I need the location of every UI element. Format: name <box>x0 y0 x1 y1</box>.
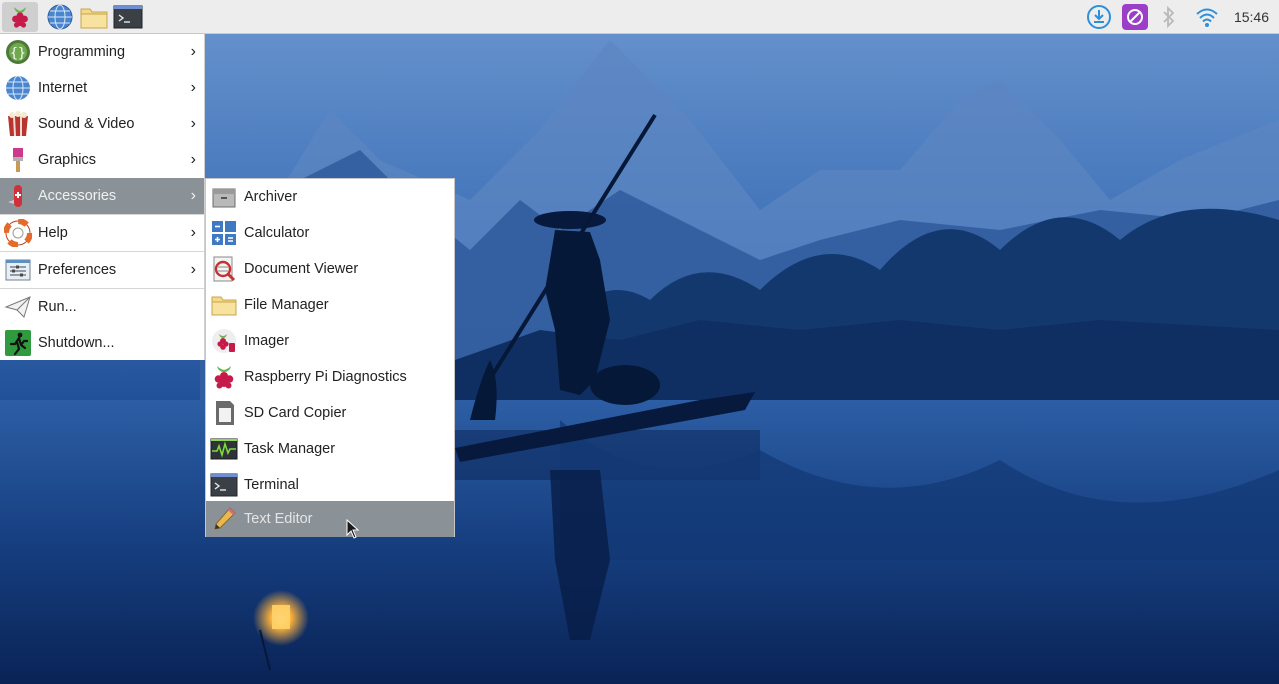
file-manager-icon <box>80 8 108 29</box>
menu-item-label: Run... <box>38 299 77 315</box>
menu-item-sound-video[interactable]: Sound & Video › <box>0 106 204 142</box>
menu-item-label: Preferences <box>38 262 117 278</box>
menu-item-label: Calculator <box>244 225 310 241</box>
shutdown-exit-icon <box>5 330 31 356</box>
menu-item-label: Graphics <box>38 152 97 168</box>
mouse-pointer-icon <box>346 519 360 539</box>
menu-item-label: Programming <box>38 44 126 60</box>
graphics-brush-icon <box>13 148 23 172</box>
submenu-item-sd-card-copier[interactable]: SD Card Copier <box>206 395 454 431</box>
calculator-icon <box>212 221 236 245</box>
menu-item-graphics[interactable]: Graphics › <box>0 142 204 178</box>
menu-item-label: File Manager <box>244 297 329 313</box>
menu-item-internet[interactable]: Internet › <box>0 70 204 106</box>
folder-icon <box>211 296 237 316</box>
applications-menu-button[interactable] <box>2 2 38 32</box>
accessories-submenu: Archiver Calculator Document Viewer File… <box>205 178 455 537</box>
bluetooth-icon <box>1163 5 1175 29</box>
submenu-item-document-viewer[interactable]: Document Viewer <box>206 251 454 287</box>
menu-item-label: Text Editor <box>244 511 313 527</box>
document-viewer-icon <box>213 256 236 282</box>
programming-icon: {} <box>6 40 30 64</box>
menu-item-shutdown[interactable]: Shutdown... <box>0 325 204 361</box>
menu-item-preferences[interactable]: Preferences › <box>0 252 204 288</box>
wifi-tray-button[interactable] <box>1193 0 1221 34</box>
submenu-item-raspberry-pi-diagnostics[interactable]: Raspberry Pi Diagnostics <box>206 359 454 395</box>
web-browser-launcher[interactable] <box>44 2 76 32</box>
submenu-item-calculator[interactable]: Calculator <box>206 215 454 251</box>
internet-globe-icon <box>6 75 30 101</box>
chevron-right-icon: › <box>190 187 196 204</box>
submenu-item-imager[interactable]: Imager <box>206 323 454 359</box>
menu-item-label: Help <box>38 225 68 241</box>
bluetooth-tray-button[interactable] <box>1157 0 1181 34</box>
vnc-icon <box>1122 4 1148 30</box>
menu-item-accessories[interactable]: Accessories › <box>0 178 204 214</box>
file-manager-launcher[interactable] <box>78 2 110 32</box>
submenu-item-terminal[interactable]: Terminal <box>206 467 454 503</box>
raspberry-pi-icon <box>12 7 28 28</box>
chevron-right-icon: › <box>190 261 196 278</box>
menu-item-label: Document Viewer <box>244 261 359 277</box>
web-browser-icon <box>47 4 73 30</box>
menu-item-label: Terminal <box>244 477 299 493</box>
submenu-item-archiver[interactable]: Archiver <box>206 179 454 215</box>
terminal-icon <box>210 473 238 497</box>
menu-item-help[interactable]: Help › <box>0 215 204 251</box>
archiver-icon <box>212 188 236 208</box>
taskbar: 15:46 <box>0 0 1279 34</box>
updater-download-icon <box>1087 5 1111 29</box>
preferences-icon <box>5 259 31 281</box>
menu-item-programming[interactable]: {} Programming › <box>0 34 204 70</box>
run-paper-plane-icon <box>4 296 31 318</box>
menu-item-label: Sound & Video <box>38 116 135 132</box>
chevron-right-icon: › <box>190 151 196 168</box>
updater-tray-button[interactable] <box>1084 0 1114 34</box>
menu-item-label: Archiver <box>244 189 298 205</box>
chevron-right-icon: › <box>190 79 196 96</box>
menu-item-label: Imager <box>244 333 290 349</box>
accessories-knife-icon <box>8 185 22 207</box>
clock[interactable]: 15:46 <box>1234 0 1269 34</box>
raspberry-pi-icon <box>214 366 234 389</box>
menu-item-label: Accessories <box>38 188 117 204</box>
vnc-tray-button[interactable] <box>1120 0 1150 34</box>
applications-menu: {} Programming › Internet › Sound & Vide… <box>0 34 205 360</box>
chevron-right-icon: › <box>190 224 196 241</box>
menu-item-label: Shutdown... <box>38 335 115 351</box>
pencil-icon <box>214 507 236 530</box>
chevron-right-icon: › <box>190 43 196 60</box>
menu-item-label: Task Manager <box>244 441 336 457</box>
terminal-launcher[interactable] <box>112 2 144 32</box>
menu-item-run[interactable]: Run... <box>0 289 204 325</box>
chevron-right-icon: › <box>190 115 196 132</box>
submenu-item-file-manager[interactable]: File Manager <box>206 287 454 323</box>
terminal-icon <box>113 5 143 29</box>
menu-item-label: Internet <box>38 80 88 96</box>
menu-item-label: Raspberry Pi Diagnostics <box>244 369 407 385</box>
imager-icon <box>212 329 236 353</box>
svg-text:{}: {} <box>10 46 26 61</box>
help-lifebuoy-icon <box>4 219 32 247</box>
wifi-icon <box>1196 8 1218 27</box>
submenu-item-text-editor[interactable]: Text Editor <box>206 501 454 537</box>
menu-item-label: SD Card Copier <box>244 405 347 421</box>
task-manager-icon <box>210 438 238 460</box>
submenu-item-task-manager[interactable]: Task Manager <box>206 431 454 467</box>
sound-video-icon <box>8 111 28 137</box>
sd-card-icon <box>216 401 234 425</box>
